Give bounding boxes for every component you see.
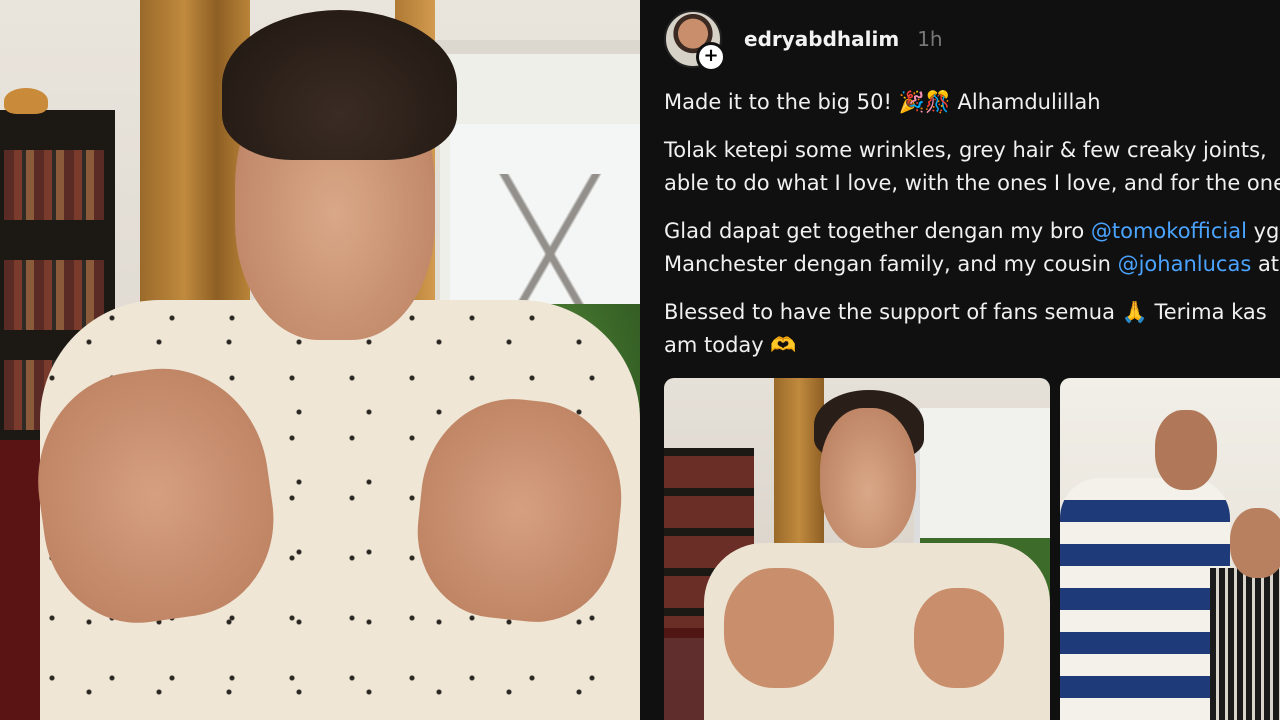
username[interactable]: edryabdhalim: [744, 27, 899, 51]
main-photo: [0, 0, 640, 720]
caption-paragraph: Blessed to have the support of fans semu…: [664, 296, 1280, 362]
person-striped-sweater: [1060, 478, 1230, 720]
post-header: + edryabdhalim 1h: [664, 10, 943, 72]
book-row: [4, 260, 104, 330]
timestamp: 1h: [917, 27, 943, 51]
caption-text: am today 🫶: [664, 333, 797, 357]
post-image-1[interactable]: [664, 378, 1050, 720]
mention-link[interactable]: @johanlucas: [1118, 252, 1252, 276]
person-hair: [222, 10, 457, 160]
social-post: + edryabdhalim 1h Made it to the big 50!…: [640, 0, 1280, 720]
person-striped-shirt: [1210, 568, 1280, 720]
caption-text: Made it to the big 50! 🎉🎊 Alhamdulillah: [664, 90, 1101, 114]
post-image-2[interactable]: [1060, 378, 1280, 720]
hand-zero: [914, 588, 1004, 688]
person-face: [820, 408, 916, 548]
book-row: [4, 150, 104, 220]
caption-paragraph: Tolak ketepi some wrinkles, grey hair & …: [664, 134, 1280, 200]
caption-text: able to do what I love, with the ones I …: [664, 171, 1280, 195]
caption-paragraph: Glad dapat get together dengan my bro @t…: [664, 215, 1280, 281]
caption-text: yg: [1246, 219, 1280, 243]
post-caption: Made it to the big 50! 🎉🎊 Alhamdulillah …: [664, 86, 1280, 377]
plus-icon[interactable]: +: [696, 42, 726, 72]
hand-five: [724, 568, 834, 688]
caption-text: Manchester dengan family, and my cousin: [664, 252, 1118, 276]
caption-line: Made it to the big 50! 🎉🎊 Alhamdulillah: [664, 86, 1280, 119]
caption-text: Tolak ketepi some wrinkles, grey hair & …: [664, 138, 1267, 162]
caption-text: Glad dapat get together dengan my bro: [664, 219, 1091, 243]
person-face: [1155, 410, 1217, 490]
caption-text: at: [1251, 252, 1280, 276]
person-face-glasses: [1230, 508, 1280, 578]
lamp: [4, 88, 48, 114]
avatar[interactable]: +: [664, 10, 726, 72]
caption-text: Blessed to have the support of fans semu…: [664, 300, 1267, 324]
mention-link[interactable]: @tomokofficial: [1091, 219, 1247, 243]
